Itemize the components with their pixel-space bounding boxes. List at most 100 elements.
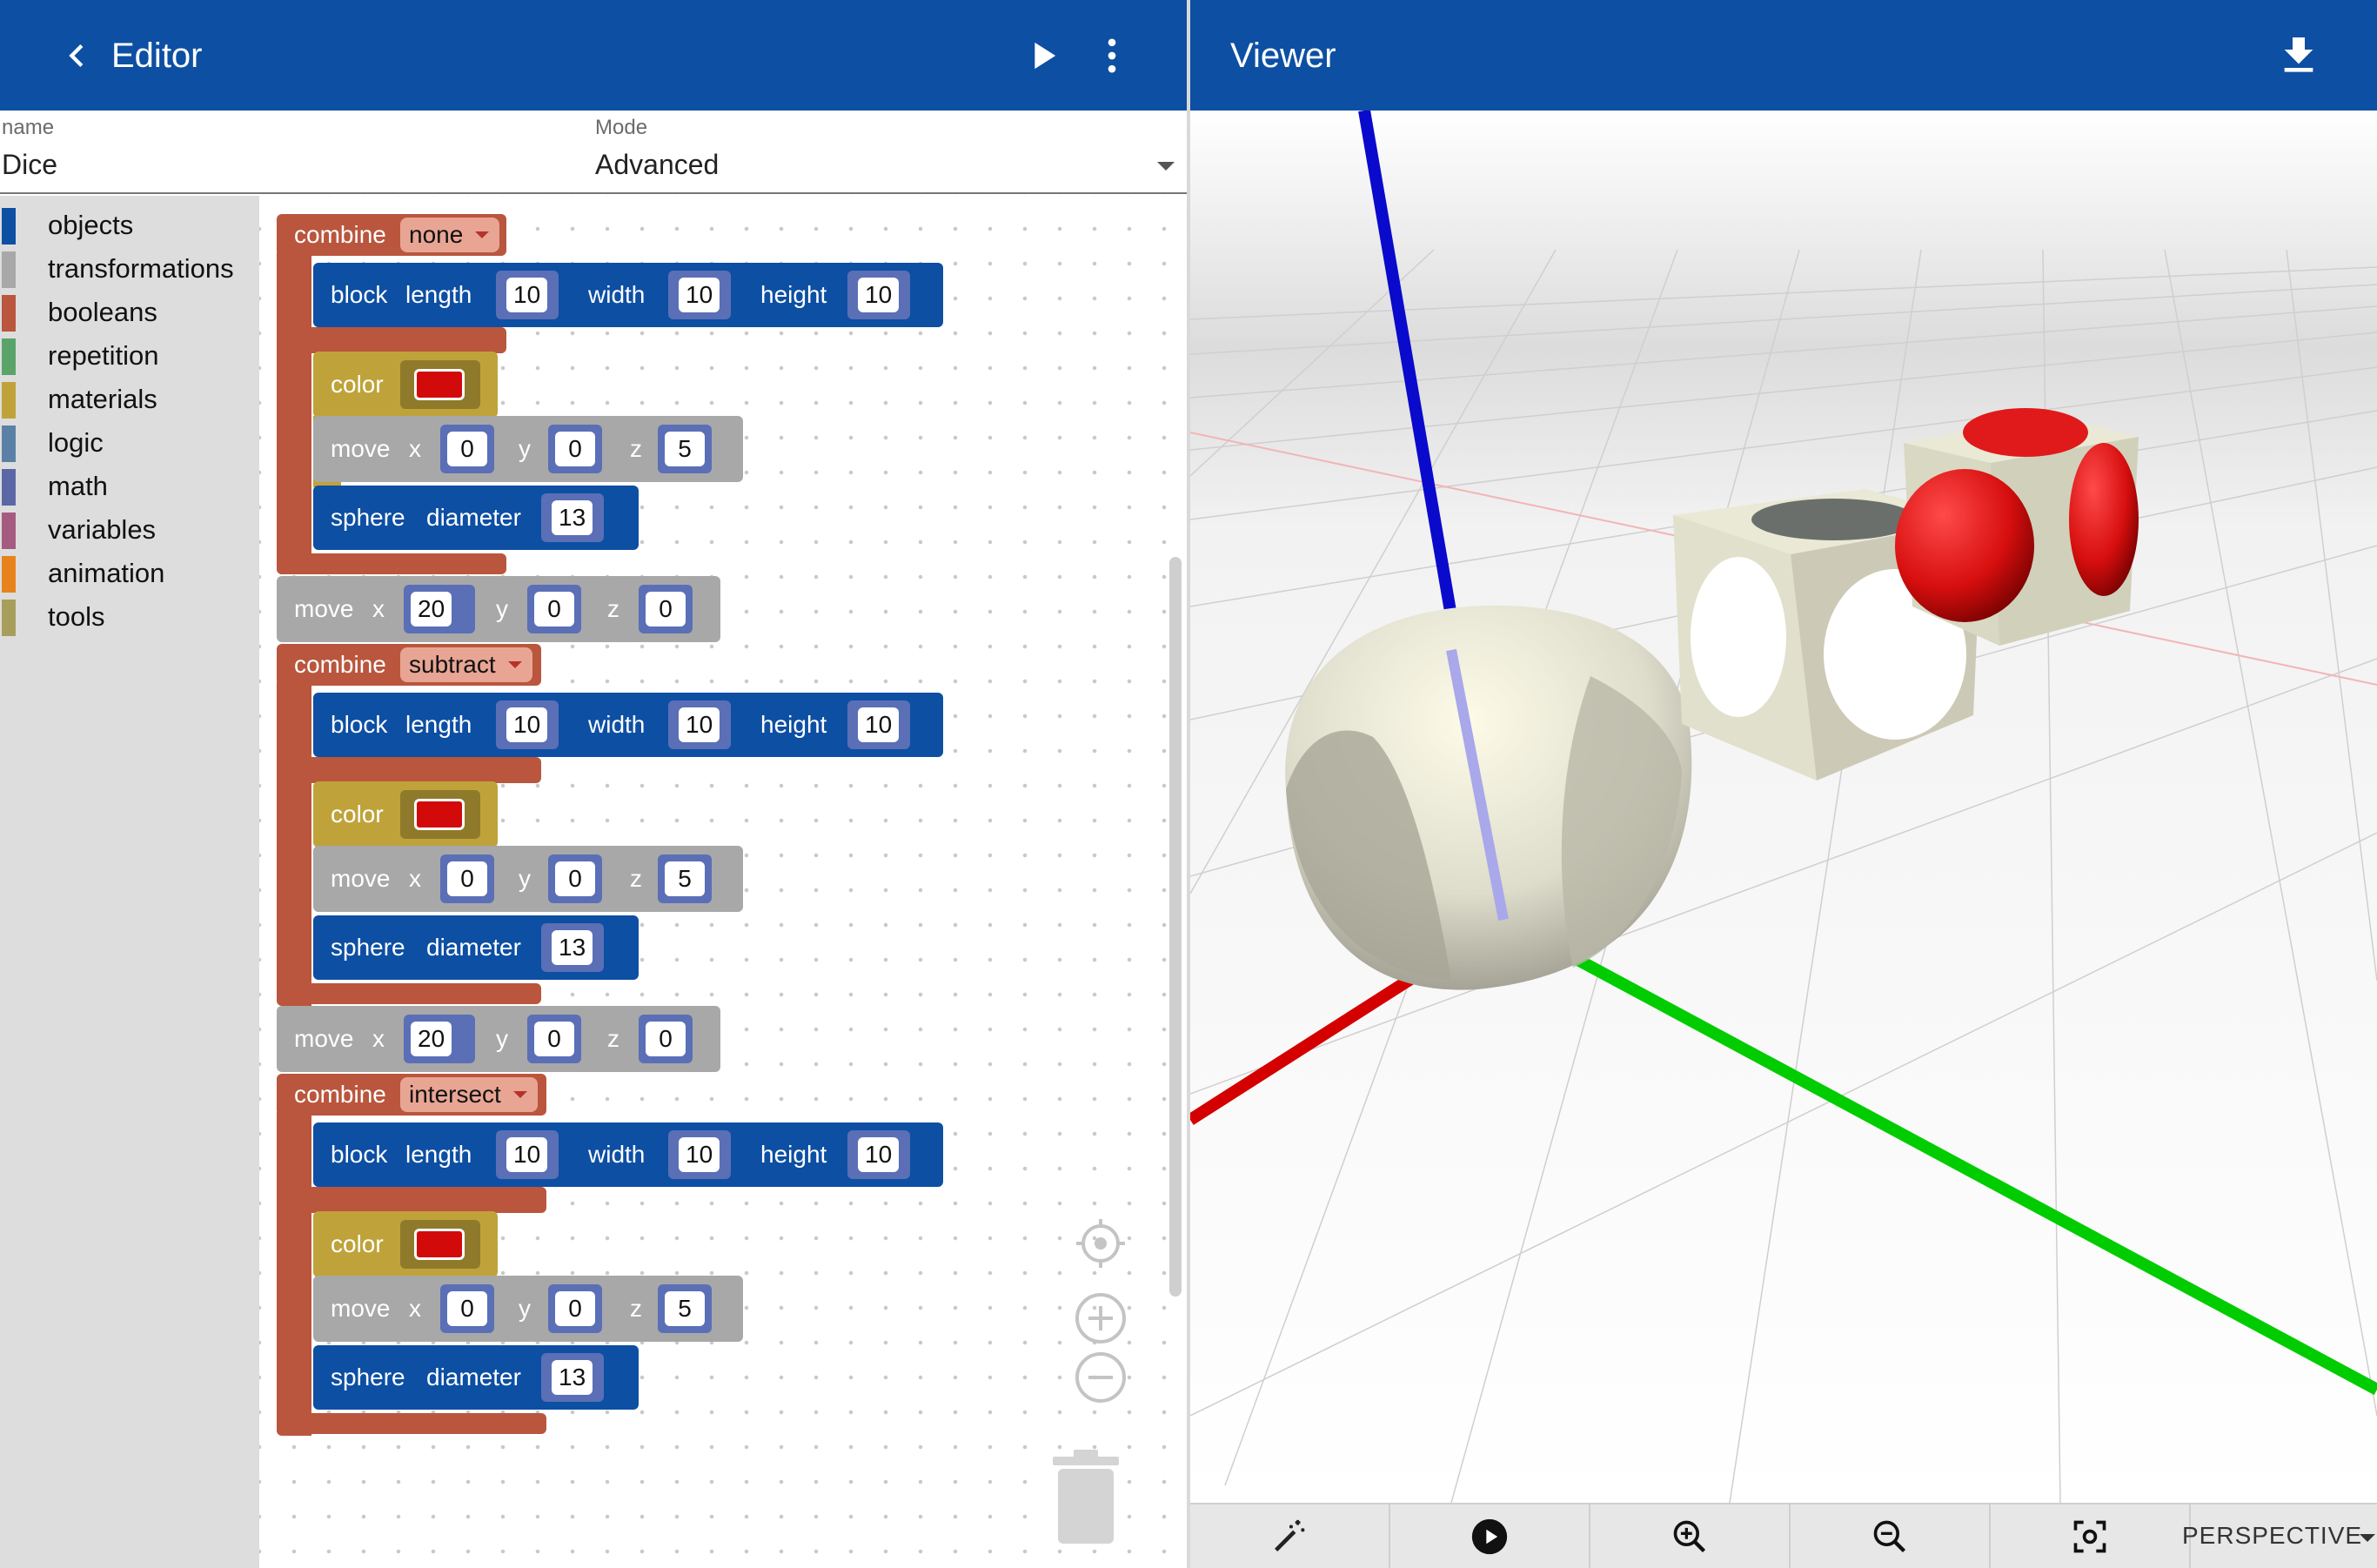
name-field[interactable]: Dice	[2, 149, 57, 181]
toolbox-item-logic[interactable]: logic	[0, 422, 259, 462]
magic-wand-button[interactable]	[1190, 1504, 1390, 1568]
y-input[interactable]: 0	[555, 1291, 595, 1326]
move-block[interactable]: move x 0 y 0 z 5	[313, 416, 743, 482]
color-swatch[interactable]	[414, 1229, 465, 1260]
projection-select[interactable]: PERSPECTIVE	[2182, 1522, 2362, 1550]
diameter-input[interactable]: 13	[552, 500, 593, 535]
viewer-canvas[interactable]	[1190, 111, 2377, 1503]
combine-block[interactable]: combine subtract	[277, 644, 541, 686]
download-icon[interactable]	[2274, 31, 2323, 80]
height-input[interactable]: 10	[858, 1137, 900, 1172]
mode-select[interactable]: Advanced	[595, 149, 719, 181]
focus-icon	[2073, 1520, 2106, 1552]
chevron-down-icon[interactable]	[1157, 162, 1175, 171]
height-input[interactable]: 10	[858, 707, 900, 742]
combine-body-bar	[277, 252, 311, 574]
combine-op-dropdown[interactable]: none	[400, 218, 500, 252]
toolbox-item-transformations[interactable]: transformations	[0, 248, 259, 288]
combine-op-dropdown[interactable]: subtract	[400, 647, 532, 682]
diameter-input[interactable]: 13	[552, 1360, 593, 1395]
toolbox-item-tools[interactable]: tools	[0, 596, 259, 636]
toolbox-item-repetition[interactable]: repetition	[0, 335, 259, 375]
y-input[interactable]: 0	[534, 592, 574, 627]
length-label: length	[405, 711, 472, 738]
x-input[interactable]: 0	[447, 432, 487, 466]
block-shape[interactable]: block length 10 width 10 height 10	[313, 1122, 943, 1187]
move-block[interactable]: move x 0 y 0 z 5	[313, 1276, 743, 1342]
block-shape[interactable]: block length 10 width 10 height 10	[313, 693, 943, 757]
toolbox-label: math	[48, 471, 108, 501]
color-block[interactable]: color	[313, 781, 498, 848]
width-input[interactable]: 10	[679, 707, 720, 742]
play-icon[interactable]	[1020, 33, 1065, 78]
sphere-block[interactable]: sphere diameter 13	[313, 915, 639, 980]
y-input[interactable]: 0	[555, 861, 595, 896]
zoom-in-button[interactable]	[1590, 1504, 1791, 1568]
color-swatch[interactable]	[414, 369, 465, 400]
color-block[interactable]: color	[313, 1211, 498, 1277]
move-block[interactable]: move x 20 y 0 z 0	[277, 576, 720, 642]
diameter-input[interactable]: 13	[552, 930, 593, 965]
zoom-in-icon[interactable]	[1074, 1291, 1128, 1345]
toolbox-item-variables[interactable]: variables	[0, 509, 259, 549]
y-input[interactable]: 0	[534, 1022, 574, 1056]
color-swatch[interactable]	[414, 799, 465, 830]
toolbox-item-animation[interactable]: animation	[0, 553, 259, 593]
color-block[interactable]: color	[313, 352, 498, 418]
z-input[interactable]: 5	[665, 432, 705, 466]
width-input[interactable]: 10	[679, 1137, 720, 1172]
z-input[interactable]: 0	[646, 592, 686, 627]
height-input[interactable]: 10	[858, 278, 900, 312]
length-input[interactable]: 10	[506, 278, 548, 312]
play-button[interactable]	[1390, 1504, 1590, 1568]
sphere-block[interactable]: sphere diameter 13	[313, 1345, 639, 1410]
block-shape[interactable]: block length 10 width 10 height 10	[313, 263, 943, 327]
toolbox-label: variables	[48, 514, 157, 545]
toolbox-item-math[interactable]: math	[0, 466, 259, 506]
center-icon[interactable]	[1074, 1216, 1128, 1270]
x-input[interactable]: 0	[447, 861, 487, 896]
more-vert-icon[interactable]	[1089, 33, 1135, 78]
toolbox-item-booleans[interactable]: booleans	[0, 291, 259, 332]
category-swatch	[2, 208, 16, 245]
width-input[interactable]: 10	[679, 278, 720, 312]
zoom-out-icon[interactable]	[1074, 1350, 1128, 1404]
y-input[interactable]: 0	[555, 432, 595, 466]
chevron-down-icon[interactable]	[2360, 1534, 2375, 1542]
combine-op-dropdown[interactable]: intersect	[400, 1077, 538, 1112]
focus-button[interactable]	[1991, 1504, 2191, 1568]
dice-red	[1895, 408, 2139, 646]
x-input[interactable]: 0	[447, 1291, 487, 1326]
category-swatch	[2, 469, 16, 506]
combine-label: combine	[294, 651, 386, 678]
length-input[interactable]: 10	[506, 1137, 548, 1172]
category-swatch	[2, 556, 16, 593]
zoom-in-icon	[1673, 1520, 1706, 1552]
z-input[interactable]: 0	[646, 1022, 686, 1056]
back-icon[interactable]	[54, 33, 99, 78]
width-label: width	[588, 1141, 646, 1168]
y-label: y	[496, 1025, 508, 1052]
x-input[interactable]: 20	[411, 1022, 452, 1056]
toolbox-item-objects[interactable]: objects	[0, 204, 259, 245]
move-block[interactable]: move x 0 y 0 z 5	[313, 846, 743, 912]
x-input[interactable]: 20	[411, 592, 452, 627]
combine-block[interactable]: combine none	[277, 214, 506, 256]
move-block[interactable]: move x 20 y 0 z 0	[277, 1006, 720, 1072]
z-input[interactable]: 5	[665, 1291, 705, 1326]
length-input[interactable]: 10	[506, 707, 548, 742]
move-label: move	[294, 1025, 354, 1052]
trash-icon[interactable]	[1049, 1448, 1122, 1545]
zoom-out-button[interactable]	[1791, 1504, 1991, 1568]
x-label: x	[409, 435, 421, 462]
sphere-block[interactable]: sphere diameter 13	[313, 486, 639, 550]
workspace-scrollbar[interactable]	[1169, 557, 1182, 1297]
combine-block[interactable]: combine intersect	[277, 1074, 546, 1116]
z-input[interactable]: 5	[665, 861, 705, 896]
color-label: color	[331, 801, 384, 828]
z-label: z	[630, 1295, 642, 1322]
editor-title: Editor	[111, 37, 203, 75]
toolbox-item-materials[interactable]: materials	[0, 379, 259, 419]
toolbox-label: booleans	[48, 297, 157, 327]
sphere-label: sphere	[331, 1364, 405, 1390]
